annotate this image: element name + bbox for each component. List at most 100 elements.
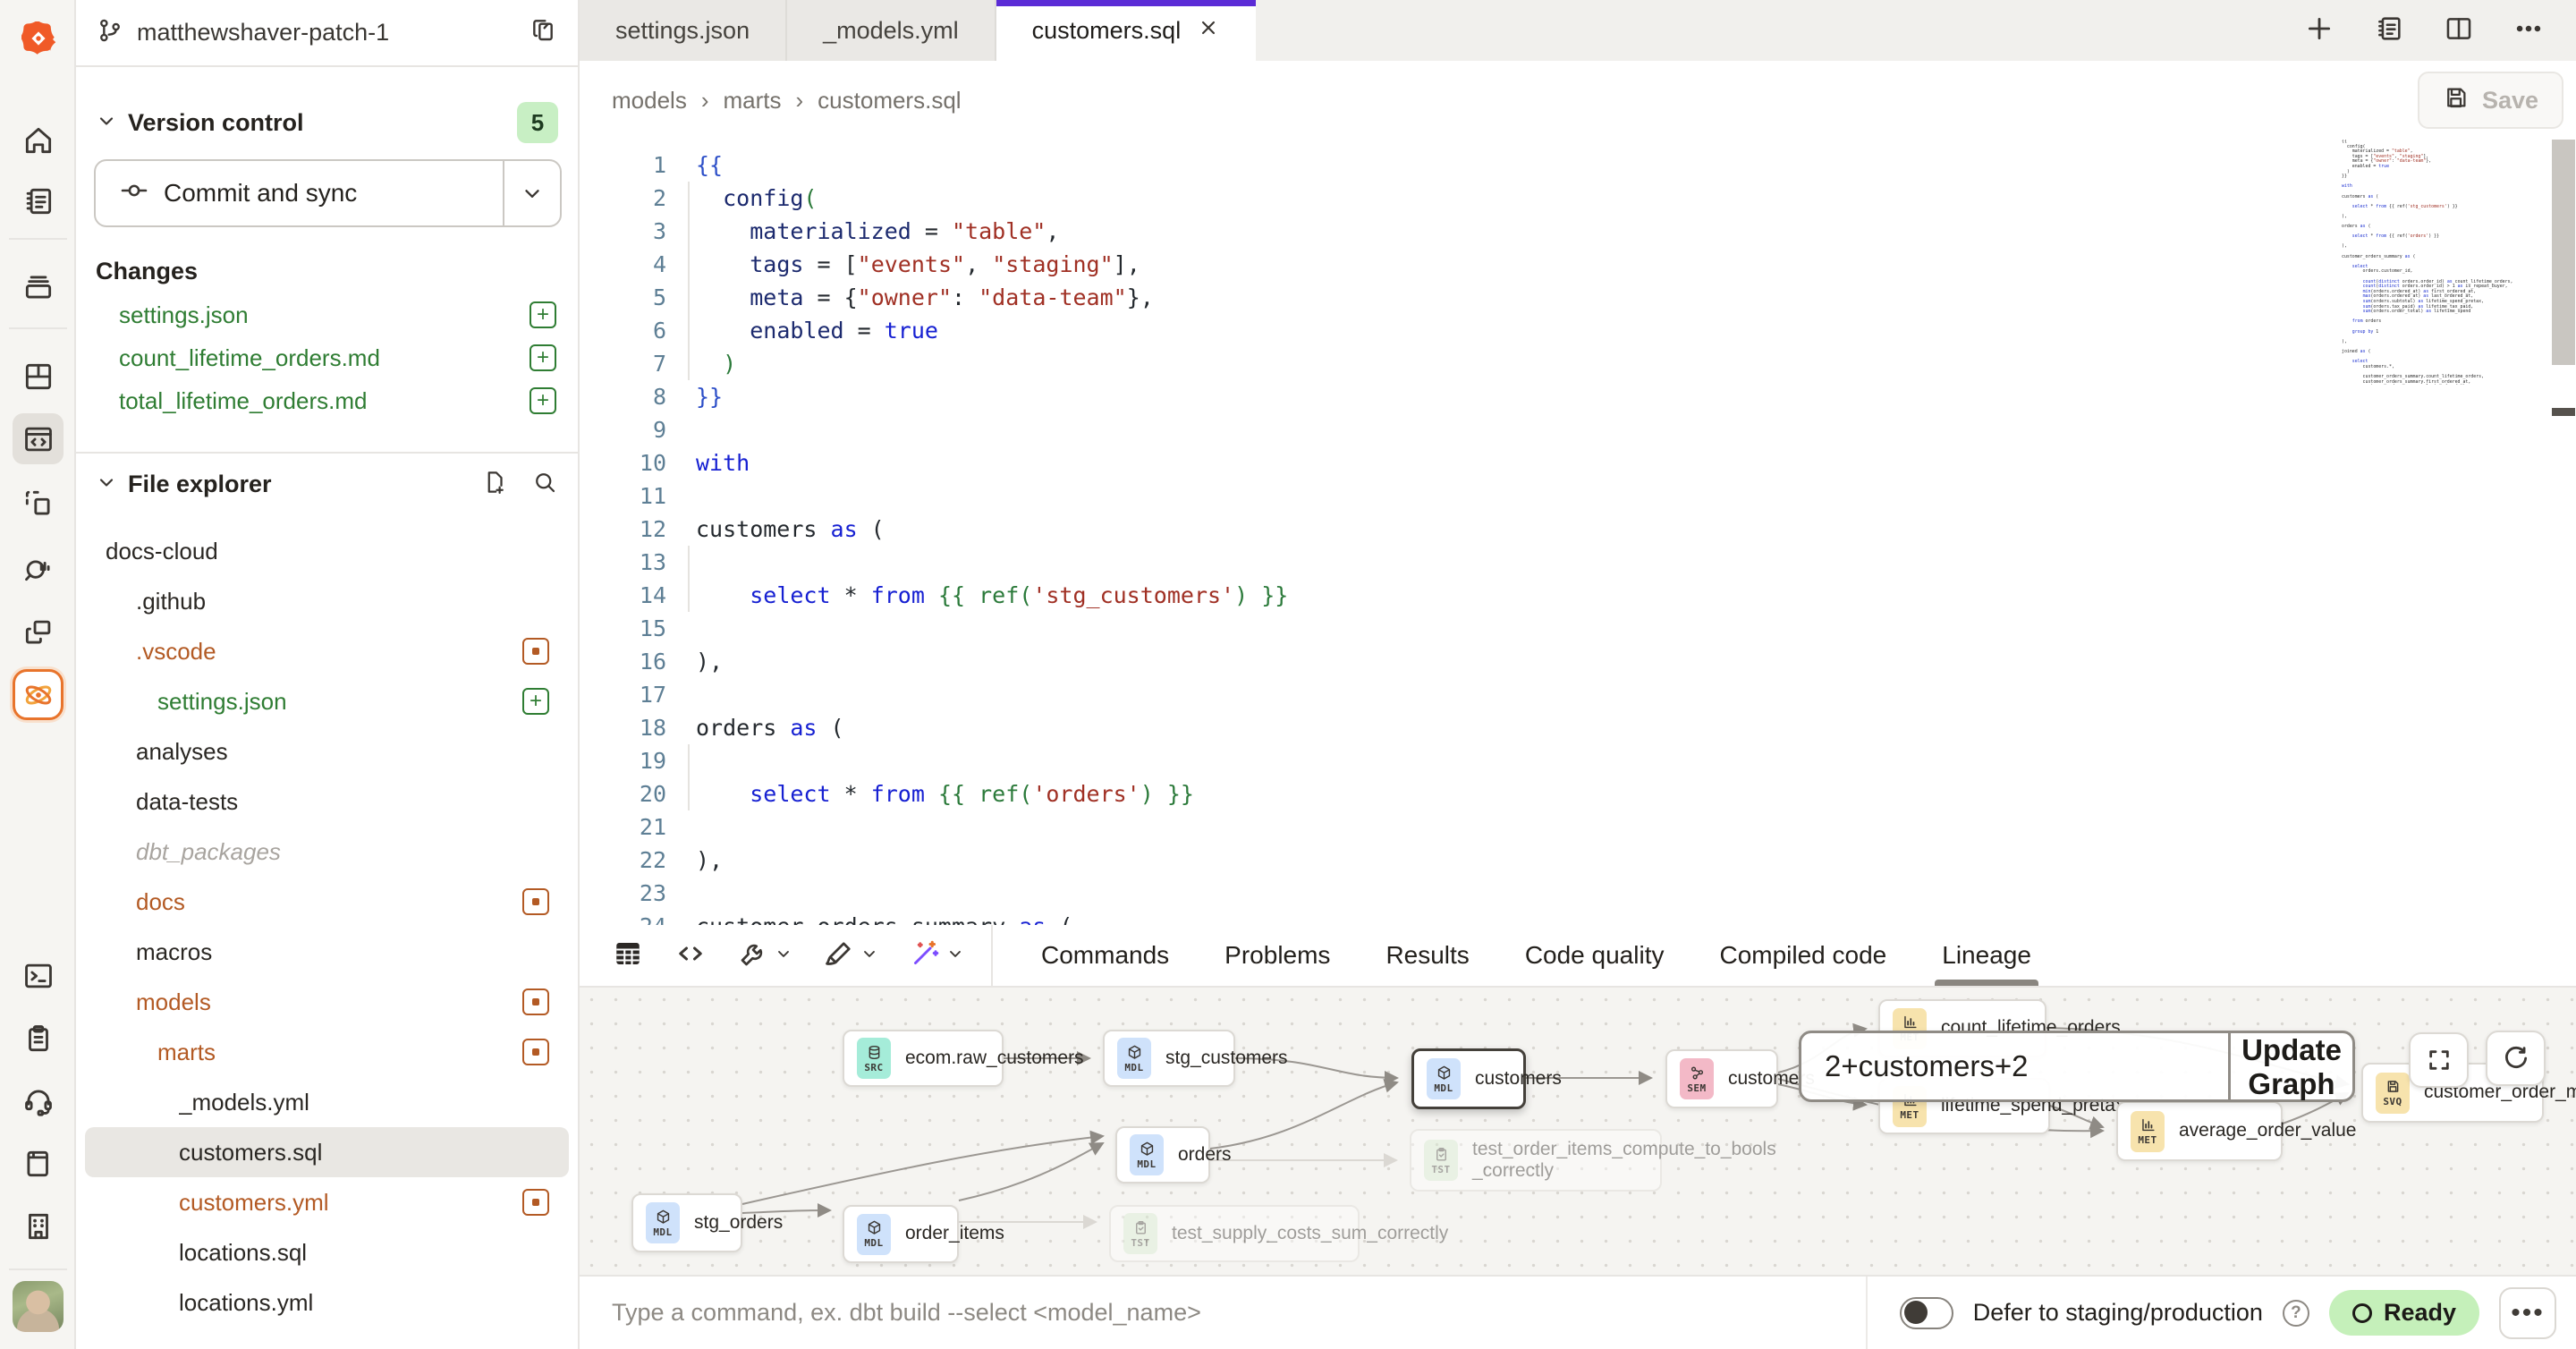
copy-icon[interactable] xyxy=(530,16,558,49)
code-line-21[interactable]: 21 xyxy=(580,810,2576,844)
lineage-node-orders[interactable]: MDL orders xyxy=(1115,1126,1210,1184)
code-line-7[interactable]: 7 ) xyxy=(580,347,2576,380)
rail-ide-button[interactable] xyxy=(13,413,64,464)
rail-dashboard-button[interactable] xyxy=(13,351,64,402)
notebook-icon[interactable] xyxy=(2374,13,2404,48)
rail-tasks-button[interactable] xyxy=(13,1013,64,1064)
code-line-15[interactable]: 15 xyxy=(580,612,2576,645)
tree-item-.github[interactable]: .github xyxy=(85,576,569,626)
code-line-24[interactable]: 24customer_orders_summary as ( xyxy=(580,910,2576,925)
panel-tab-problems[interactable]: Problems xyxy=(1224,925,1330,986)
rail-explore-button[interactable] xyxy=(13,542,64,593)
tree-item-analyses[interactable]: analyses xyxy=(85,726,569,776)
tree-item-models[interactable]: models xyxy=(85,977,569,1027)
tree-item-docs[interactable]: docs xyxy=(85,877,569,927)
code-line-4[interactable]: 4 tags = ["events", "staging"], xyxy=(580,248,2576,281)
rail-docs-button[interactable] xyxy=(13,1138,64,1189)
search-icon[interactable] xyxy=(531,469,558,500)
panel-tab-results[interactable]: Results xyxy=(1385,925,1469,986)
code-line-12[interactable]: 12customers as ( xyxy=(580,513,2576,546)
new-file-icon[interactable] xyxy=(481,469,508,500)
defer-toggle[interactable] xyxy=(1900,1297,1953,1329)
tree-item-data-tests[interactable]: data-tests xyxy=(85,776,569,827)
lineage-node-ecom.raw_customers[interactable]: SRC ecom.raw_customers xyxy=(843,1030,1004,1087)
refresh-graph-button[interactable] xyxy=(2486,1031,2546,1086)
code-line-9[interactable]: 9 xyxy=(580,413,2576,446)
rail-orchestration-button[interactable] xyxy=(13,607,64,658)
changed-file-row[interactable]: total_lifetime_orders.md + xyxy=(76,379,578,422)
lineage-node-test_order_items_compute_to_bools[interactable]: TST test_order_items_compute_to_bools _c… xyxy=(1410,1129,1662,1192)
code-line-3[interactable]: 3 materialized = "table", xyxy=(580,215,2576,248)
changed-file-row[interactable]: settings.json + xyxy=(76,293,578,336)
lineage-node-stg_orders[interactable]: MDL stg_orders xyxy=(631,1193,742,1252)
rail-home-button[interactable] xyxy=(13,115,64,165)
stage-file-button[interactable]: + xyxy=(522,688,549,715)
code-line-19[interactable]: 19 xyxy=(580,744,2576,777)
code-editor[interactable]: 1{{2 config(3 materialized = "table",4 t… xyxy=(580,140,2576,925)
status-badge[interactable]: Ready xyxy=(2329,1290,2479,1336)
split-editor-icon[interactable] xyxy=(2444,13,2474,48)
rail-support-button[interactable] xyxy=(13,1075,64,1126)
commit-and-sync-button[interactable]: Commit and sync xyxy=(94,159,562,227)
rail-notebook-button[interactable] xyxy=(13,175,64,226)
lineage-node-customers[interactable]: MDL customers xyxy=(1411,1048,1526,1109)
command-input[interactable] xyxy=(580,1277,1866,1349)
lineage-node-order_items[interactable]: MDL order_items xyxy=(843,1205,959,1263)
code-line-5[interactable]: 5 meta = {"owner": "data-team"}, xyxy=(580,281,2576,314)
code-line-2[interactable]: 2 config( xyxy=(580,182,2576,215)
build-tools-button[interactable] xyxy=(737,938,792,974)
more-options-icon[interactable] xyxy=(2513,13,2544,48)
rail-visual-editor-button[interactable] xyxy=(13,478,64,529)
results-table-button[interactable] xyxy=(612,938,644,974)
rail-environments-button[interactable] xyxy=(13,261,64,312)
tree-item-.vscode[interactable]: .vscode xyxy=(85,626,569,676)
panel-tab-commands[interactable]: Commands xyxy=(1041,925,1169,986)
rail-terminal-button[interactable] xyxy=(13,950,64,1001)
tree-item-_models.yml[interactable]: _models.yml xyxy=(85,1077,569,1127)
lineage-selector-input[interactable] xyxy=(1801,1033,2228,1099)
save-button[interactable]: Save xyxy=(2418,72,2563,129)
code-line-10[interactable]: 10with xyxy=(580,446,2576,479)
lineage-node-test_supply_costs_sum_correctly[interactable]: TST test_supply_costs_sum_correctly xyxy=(1109,1205,1360,1262)
code-line-22[interactable]: 22), xyxy=(580,844,2576,877)
version-control-header[interactable]: Version control 5 xyxy=(76,99,578,146)
tree-item-docs-cloud[interactable]: docs-cloud xyxy=(85,526,569,576)
avatar[interactable] xyxy=(13,1281,64,1332)
code-line-23[interactable]: 23 xyxy=(580,877,2576,910)
breadcrumb-item[interactable]: models xyxy=(612,87,687,115)
new-tab-icon[interactable] xyxy=(2304,13,2334,48)
tree-item-customers.yml[interactable]: customers.yml xyxy=(85,1177,569,1227)
format-code-button[interactable] xyxy=(823,938,878,974)
stage-file-button[interactable]: + xyxy=(530,301,556,328)
code-lines[interactable]: 1{{2 config(3 materialized = "table",4 t… xyxy=(580,148,2576,925)
update-graph-button[interactable]: Update Graph xyxy=(2228,1033,2352,1099)
lineage-node-average_order_value[interactable]: MET average_order_value xyxy=(2116,1101,2283,1161)
lineage-node-customers[interactable]: SEM customers xyxy=(1665,1049,1778,1108)
code-line-18[interactable]: 18orders as ( xyxy=(580,711,2576,744)
tab-_models.yml[interactable]: _models.yml xyxy=(787,0,996,61)
tree-item-marts[interactable]: marts xyxy=(85,1027,569,1077)
tree-item-locations.sql[interactable]: locations.sql xyxy=(85,1227,569,1277)
rail-copilot-button[interactable] xyxy=(13,669,64,720)
fullscreen-button[interactable] xyxy=(2409,1032,2469,1088)
panel-tab-code-quality[interactable]: Code quality xyxy=(1525,925,1665,986)
help-icon[interactable]: ? xyxy=(2283,1300,2309,1327)
dbt-assist-button[interactable] xyxy=(909,938,964,974)
panel-tab-compiled-code[interactable]: Compiled code xyxy=(1719,925,1886,986)
tree-item-settings.json[interactable]: settings.json+ xyxy=(85,676,569,726)
code-line-13[interactable]: 13 xyxy=(580,546,2576,579)
tree-item-macros[interactable]: macros xyxy=(85,927,569,977)
code-line-16[interactable]: 16), xyxy=(580,645,2576,678)
code-line-8[interactable]: 8}} xyxy=(580,380,2576,413)
file-explorer-header[interactable]: File explorer xyxy=(76,461,578,507)
stage-file-button[interactable]: + xyxy=(530,387,556,414)
rail-organization-button[interactable] xyxy=(13,1201,64,1251)
panel-tab-lineage[interactable]: Lineage xyxy=(1942,925,2031,986)
tree-item-locations.yml[interactable]: locations.yml xyxy=(85,1277,569,1328)
branch-header[interactable]: matthewshaver-patch-1 xyxy=(76,0,578,67)
tree-item-customers.sql[interactable]: customers.sql xyxy=(85,1127,569,1177)
minimap[interactable]: {{ config( materialized = "table", tags … xyxy=(2342,140,2552,385)
code-line-6[interactable]: 6 enabled = true xyxy=(580,314,2576,347)
breadcrumb-item[interactable]: customers.sql xyxy=(818,87,961,115)
breadcrumb-item[interactable]: marts xyxy=(724,87,782,115)
